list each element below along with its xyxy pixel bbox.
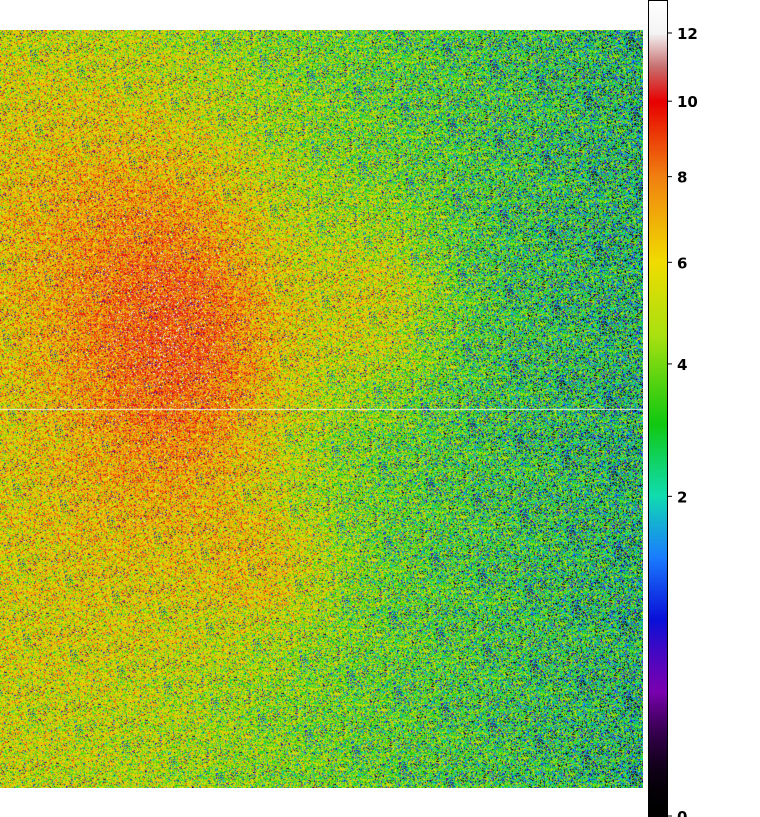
colorbar-ticks: 12 10 8 6 4 2 0 xyxy=(668,25,698,817)
colorbar xyxy=(648,0,668,817)
intensity-image xyxy=(0,30,643,788)
colorbar-tick-label: 4 xyxy=(677,356,687,374)
colorbar-tick-label: 0 xyxy=(677,808,687,817)
colorbar-tick-label: 8 xyxy=(677,169,687,187)
colorbar-tick-label: 2 xyxy=(677,488,687,506)
colorbar-gradient xyxy=(649,1,667,816)
colorbar-tick-label: 6 xyxy=(677,254,687,272)
colorbar-tick-label: 12 xyxy=(677,25,698,43)
colorbar-tick-label: 10 xyxy=(677,93,698,111)
